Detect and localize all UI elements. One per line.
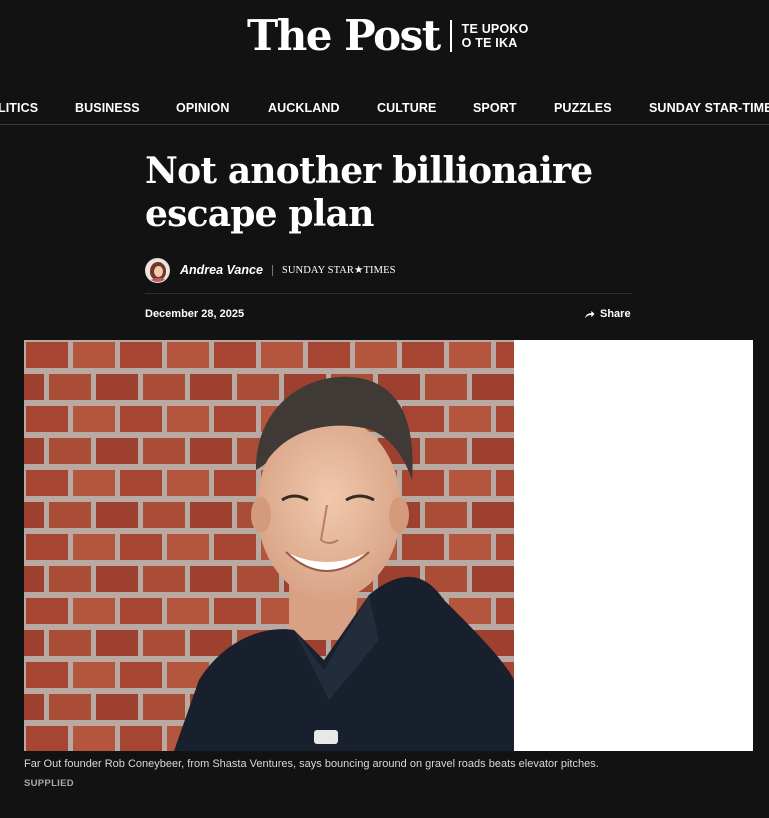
masthead: The Post TE UPOKO O TE IKA [0,0,769,94]
portrait-photo [24,340,514,751]
author-name[interactable]: Andrea Vance [180,263,263,277]
share-button[interactable]: Share [584,308,631,320]
author-avatar[interactable] [145,257,170,283]
article-headline: Not another billionaire escape plan [145,150,593,235]
nav-item-sport[interactable]: SPORT [473,101,517,115]
image-caption: Far Out founder Rob Coneybeer, from Shas… [24,758,599,770]
section-nav: LITICS BUSINESS OPINION AUCKLAND CULTURE… [0,94,769,125]
site-logo[interactable]: The Post TE UPOKO O TE IKA [247,14,529,58]
byline-separator [271,264,273,276]
logo-wordmark: The Post [247,11,441,60]
lead-image [24,340,753,751]
nav-item-opinion[interactable]: OPINION [176,101,229,115]
meta-divider [145,293,632,294]
byline: Andrea Vance SUNDAY STAR★TIMES [145,257,396,283]
publication-name: SUNDAY STAR★TIMES [281,265,396,276]
logo-subtitle-line-2: O TE IKA [461,36,518,50]
nav-item-culture[interactable]: CULTURE [377,101,437,115]
nav-item-puzzles[interactable]: PUZZLES [554,101,612,115]
nav-item-sunday-star-times[interactable]: SUNDAY STAR-TIMES [649,101,769,115]
publish-date: December 28, 2025 [145,308,245,320]
logo-subtitle-line-1: TE UPOKO [461,22,529,36]
nav-item-politics[interactable]: LITICS [0,101,38,115]
logo-subtitle: TE UPOKO O TE IKA [462,22,529,50]
nav-item-business[interactable]: BUSINESS [75,101,140,115]
image-credit: SUPPLIED [24,778,74,789]
share-label: Share [600,308,631,320]
logo-divider [449,20,452,52]
nav-item-auckland[interactable]: AUCKLAND [268,101,340,115]
share-arrow-icon [584,310,595,318]
lead-photo [24,340,514,751]
